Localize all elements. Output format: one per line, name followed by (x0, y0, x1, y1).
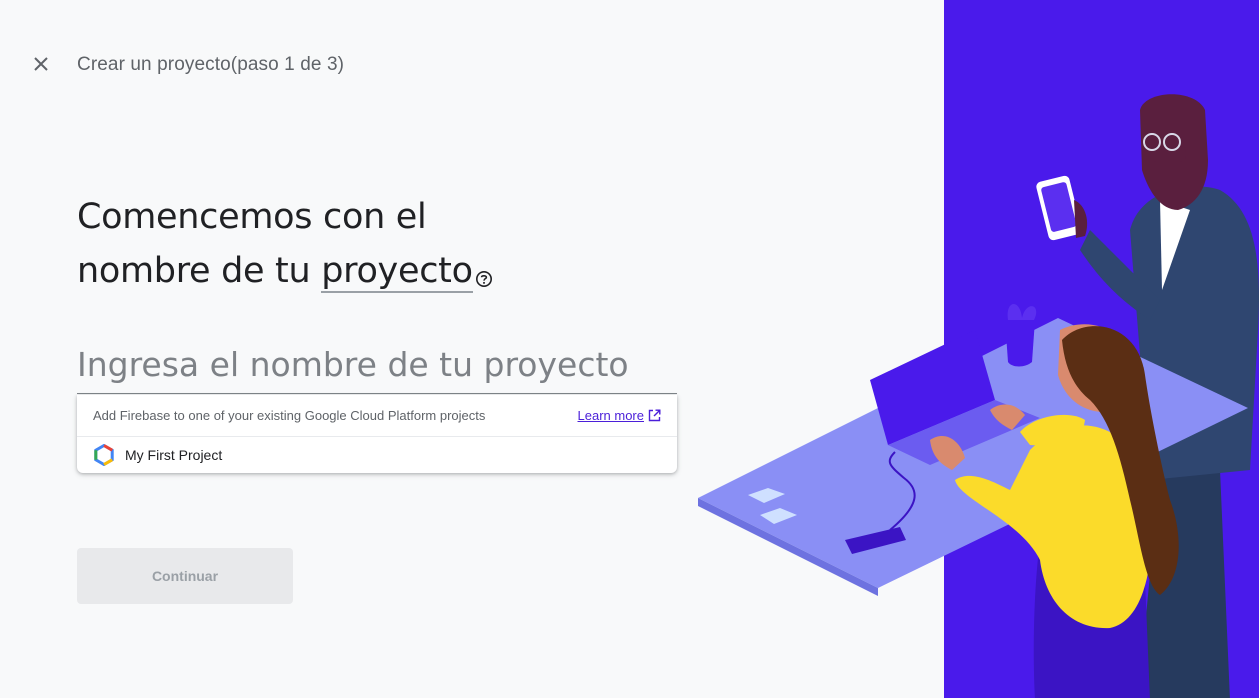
learn-more-label: Learn more (577, 408, 644, 423)
heading-line-2-prefix: nombre de tu (77, 251, 322, 291)
dropdown-hint: Add Firebase to one of your existing Goo… (93, 408, 486, 423)
team-illustration (698, 0, 1259, 698)
dropdown-header: Add Firebase to one of your existing Goo… (77, 395, 677, 437)
page-heading: Comencemos con el nombre de tu proyecto (77, 190, 637, 304)
continue-button[interactable]: Continuar (77, 548, 293, 604)
project-term-link[interactable]: proyecto (321, 251, 473, 293)
project-name-input[interactable] (77, 336, 677, 394)
close-icon (34, 57, 48, 71)
plant-pot (1005, 303, 1037, 367)
step-title: Crear un proyecto(paso 1 de 3) (77, 54, 345, 75)
existing-projects-dropdown: Add Firebase to one of your existing Goo… (77, 395, 677, 473)
project-option-label: My First Project (125, 447, 223, 463)
learn-more-link[interactable]: Learn more (578, 408, 661, 423)
create-project-page: Crear un proyecto(paso 1 de 3) Comencemo… (0, 0, 1259, 698)
project-option-my-first-project[interactable]: My First Project (77, 437, 677, 473)
external-link-icon (648, 409, 661, 422)
help-icon[interactable] (475, 250, 493, 304)
gcp-project-icon (94, 444, 114, 466)
close-button[interactable] (28, 50, 54, 78)
heading-line-1: Comencemos con el (77, 197, 427, 237)
